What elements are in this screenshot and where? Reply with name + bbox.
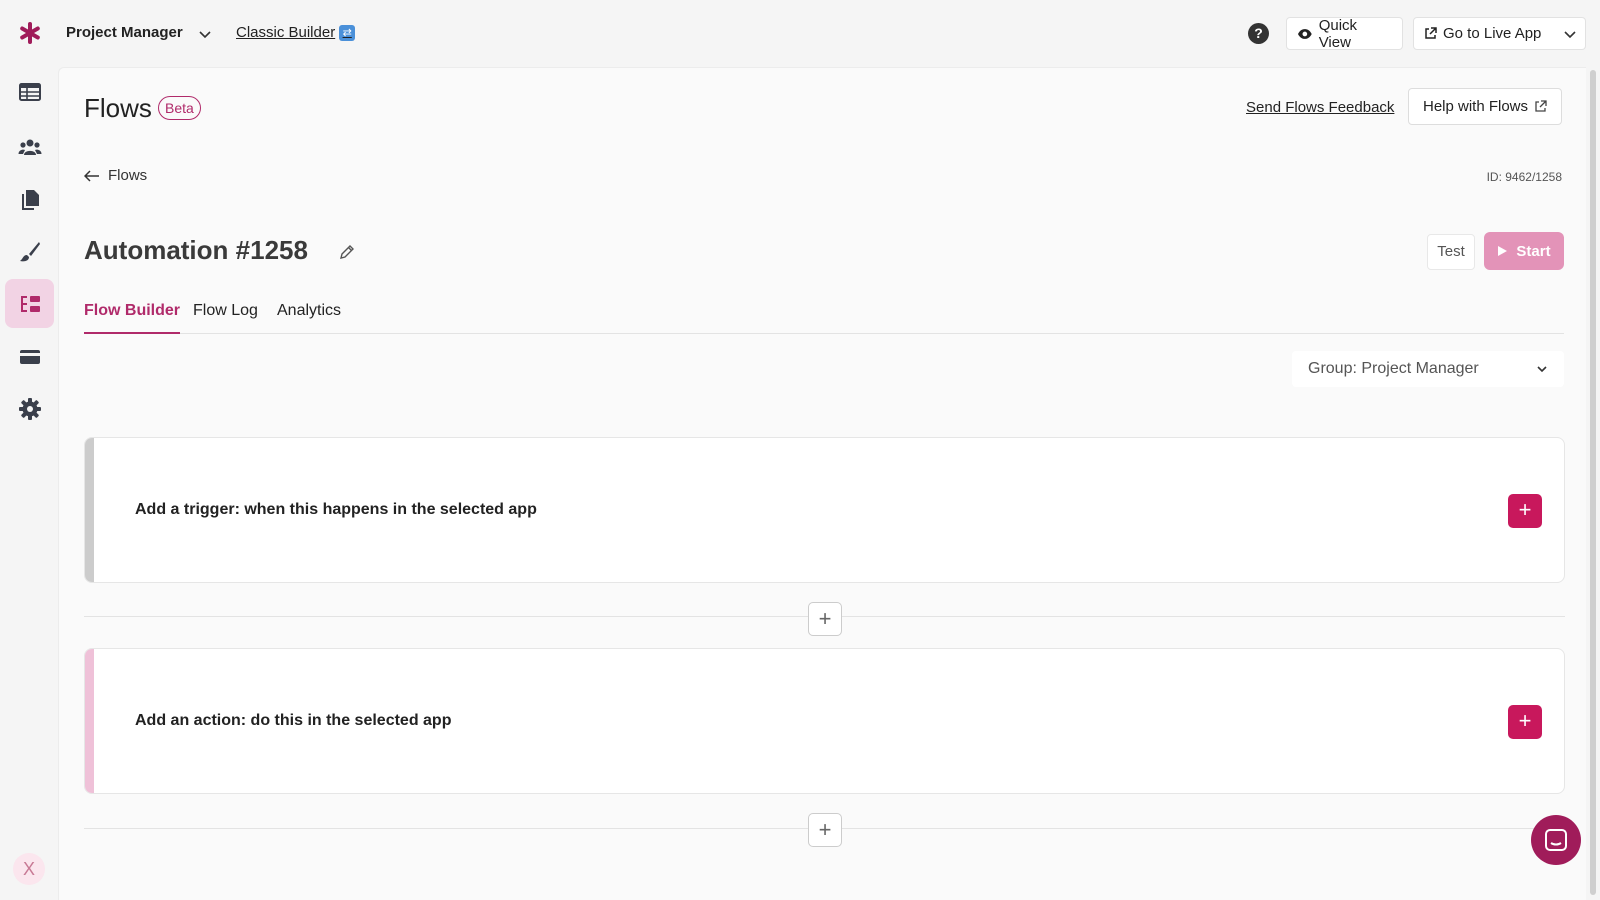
sidebar-x-badge[interactable]: X <box>13 853 45 885</box>
trigger-card-label: Add a trigger: when this happens in the … <box>135 501 537 518</box>
play-icon <box>1498 246 1508 256</box>
external-link-icon <box>1425 27 1437 39</box>
trigger-card-stripe <box>85 438 94 582</box>
classic-builder-label: Classic Builder <box>236 24 336 41</box>
sidebar: X <box>0 67 58 900</box>
start-label: Start <box>1516 242 1551 260</box>
insert-step-button[interactable]: + <box>808 602 842 636</box>
quick-view-button[interactable]: Quick View <box>1286 16 1403 51</box>
start-button[interactable]: Start <box>1484 232 1564 270</box>
chevron-down-icon[interactable] <box>198 27 212 41</box>
users-icon <box>18 139 41 155</box>
back-label: Flows <box>108 167 148 184</box>
page-title: Flows <box>84 93 152 123</box>
sidebar-item-billing[interactable] <box>5 332 54 381</box>
chevron-down-icon <box>1563 30 1576 38</box>
brush-icon <box>19 241 40 261</box>
shuffle-icon: ⇄ <box>339 24 356 41</box>
main-scrollbar[interactable] <box>1590 70 1596 895</box>
top-bar: Project Manager Classic Builder ⇄ ? Quic… <box>0 0 1600 67</box>
trigger-card[interactable]: Add a trigger: when this happens in the … <box>84 437 1565 583</box>
sidebar-item-settings[interactable] <box>5 384 54 433</box>
sidebar-item-design[interactable] <box>5 227 54 276</box>
tab-analytics[interactable]: Analytics <box>277 302 341 334</box>
sidebar-item-tables[interactable] <box>5 67 54 116</box>
tab-flow-builder[interactable]: Flow Builder <box>84 302 180 334</box>
help-with-flows-label: Help with Flows <box>1422 98 1529 115</box>
pages-icon <box>21 189 39 210</box>
tab-flow-log[interactable]: Flow Log <box>193 302 258 334</box>
flows-icon <box>20 295 40 312</box>
insert-step-button[interactable]: + <box>808 813 842 847</box>
chat-icon <box>1545 829 1567 851</box>
gear-icon <box>18 397 41 420</box>
sidebar-item-flows[interactable] <box>5 279 54 328</box>
app-name[interactable]: Project Manager <box>66 24 183 41</box>
tab-bar: Flow Builder Flow Log Analytics <box>84 300 1564 334</box>
automation-title: Automation #1258 <box>84 235 308 265</box>
action-card-label: Add an action: do this in the selected a… <box>135 712 452 729</box>
card-icon <box>19 349 40 364</box>
group-select-value: Group: Project Manager <box>1308 360 1479 377</box>
back-to-flows-link[interactable]: Flows <box>84 167 147 184</box>
table-icon <box>18 82 41 101</box>
sidebar-item-users[interactable] <box>5 122 54 171</box>
beta-badge: Beta <box>158 96 201 120</box>
quick-view-label: Quick View <box>1318 16 1358 51</box>
go-to-live-app-button[interactable]: Go to Live App <box>1413 17 1555 50</box>
go-to-live-app-label: Go to Live App <box>1443 25 1542 42</box>
chevron-down-icon <box>1537 366 1547 373</box>
app-logo-icon[interactable] <box>18 21 42 45</box>
help-icon[interactable]: ? <box>1248 23 1269 44</box>
test-button[interactable]: Test <box>1427 234 1475 270</box>
arrow-left-icon <box>84 169 99 182</box>
add-trigger-button[interactable]: + <box>1508 494 1542 528</box>
action-card[interactable]: Add an action: do this in the selected a… <box>84 648 1565 794</box>
chat-support-button[interactable] <box>1531 815 1581 865</box>
pencil-icon[interactable] <box>338 243 356 261</box>
send-feedback-link[interactable]: Send Flows Feedback <box>1246 99 1394 116</box>
flow-id: ID: 9462/1258 <box>1486 170 1562 184</box>
external-link-icon <box>1535 100 1547 112</box>
sidebar-item-pages[interactable] <box>5 175 54 224</box>
classic-builder-link[interactable]: Classic Builder ⇄ <box>236 24 356 41</box>
eye-icon <box>1297 28 1312 39</box>
add-action-button[interactable]: + <box>1508 705 1542 739</box>
help-with-flows-button[interactable]: Help with Flows <box>1408 88 1562 125</box>
live-app-dropdown-button[interactable] <box>1554 17 1586 50</box>
group-select[interactable]: Group: Project Manager <box>1292 351 1564 387</box>
action-card-stripe <box>85 649 94 793</box>
